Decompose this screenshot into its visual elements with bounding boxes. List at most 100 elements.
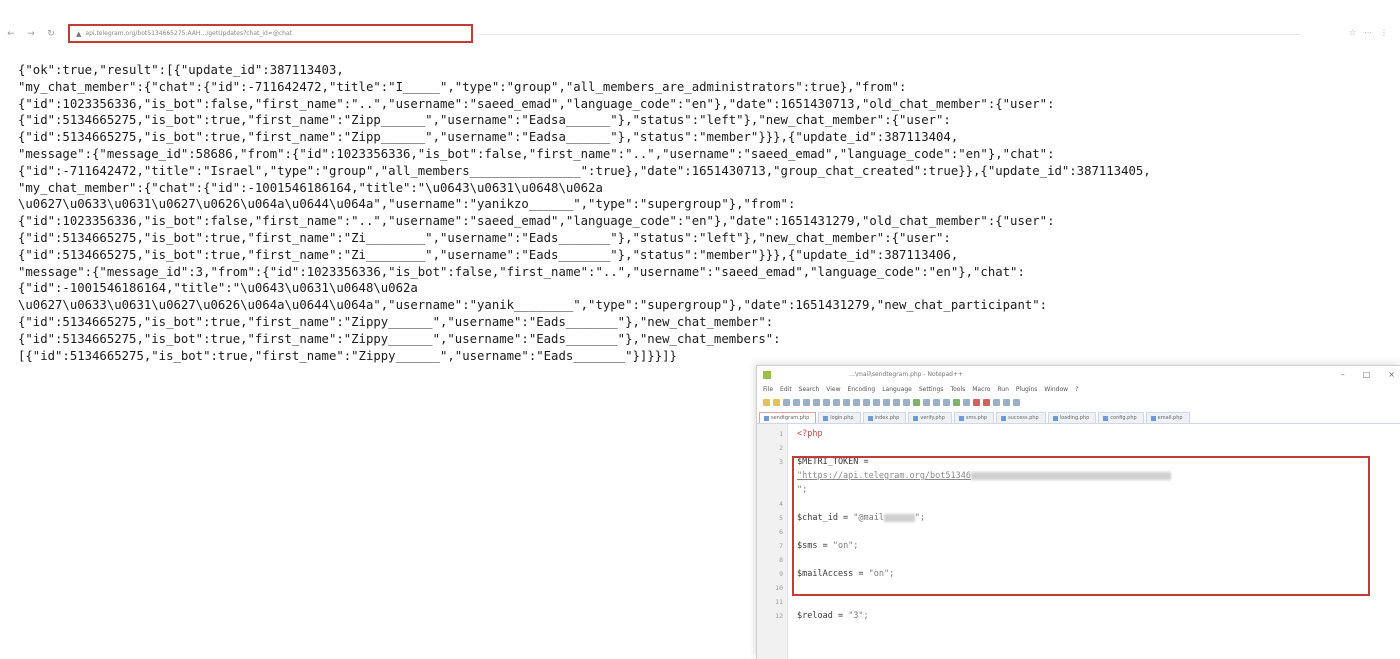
file-tab[interactable]: loading.php [1047, 412, 1097, 423]
file-tab[interactable]: sendtgram.php [759, 412, 817, 423]
json-line: {"id":-1001546186164,"title":"\u0643\u06… [18, 281, 418, 296]
play-macro-icon[interactable] [993, 398, 1000, 406]
menu-item[interactable]: Run [997, 386, 1009, 393]
open-file-icon[interactable] [773, 398, 780, 406]
menu-item[interactable]: ? [1075, 386, 1078, 393]
notepad-window: …\mail\sendtegram.php - Notepad++ – □ × … [756, 365, 1400, 659]
file-tab[interactable]: index.php [862, 412, 907, 423]
notepad-toolbar [757, 395, 1400, 409]
file-tab[interactable]: email.php [1145, 412, 1190, 423]
menu-item[interactable]: Macro [972, 386, 990, 393]
menu-item[interactable]: File [763, 386, 773, 393]
menu-item[interactable]: Window [1044, 386, 1068, 393]
close-file-icon[interactable] [803, 398, 810, 406]
json-line: {"id":1023356336,"is_bot":false,"first_n… [18, 96, 1055, 111]
file-icon [1001, 415, 1007, 421]
menu-item[interactable]: Language [882, 386, 912, 393]
function-list-icon[interactable] [963, 398, 970, 406]
json-line: {"id":5134665275,"is_bot":true,"first_na… [18, 130, 959, 145]
print-icon[interactable] [813, 398, 820, 406]
menu-item[interactable]: Edit [780, 386, 792, 393]
file-tab-label: sms.php [965, 415, 988, 421]
menu-item[interactable]: Encoding [848, 386, 876, 393]
more-tools-icon[interactable]: ⋯ [1364, 28, 1372, 37]
line-number: 5 [779, 514, 783, 522]
undo-icon[interactable] [853, 398, 860, 406]
file-tab[interactable]: sms.php [953, 412, 995, 423]
save-icon[interactable] [783, 398, 790, 406]
indent-guide-icon[interactable] [943, 398, 950, 406]
json-line: "message":{"message_id":3,"from":{"id":1… [18, 264, 1025, 279]
menu-item[interactable]: Tools [950, 386, 965, 393]
json-line: [{"id":5134665275,"is_bot":true,"first_n… [18, 348, 677, 363]
close-icon[interactable]: × [1388, 370, 1395, 379]
file-tab-label: login.php [830, 415, 854, 421]
doc-map-icon[interactable] [953, 398, 960, 406]
menu-item[interactable]: View [826, 386, 840, 393]
cut-icon[interactable] [823, 398, 830, 406]
copy-icon[interactable] [833, 398, 840, 406]
file-tab-label: config.php [1110, 415, 1137, 421]
code-token: $reload = [797, 611, 849, 621]
zoom-in-icon[interactable] [893, 398, 900, 406]
json-line: {"id":-711642472,"title":"Israel","type"… [18, 163, 1151, 178]
file-tab-label: sendtgram.php [771, 415, 810, 421]
run-macro-icon[interactable] [1003, 398, 1010, 406]
code-line: 1 <?php [757, 428, 1400, 440]
back-icon[interactable]: ← [6, 29, 16, 39]
address-bar[interactable]: ▲ api.telegram.org/bot5134665275:AAH…/ge… [68, 24, 473, 43]
code-token: "3"; [848, 611, 869, 621]
all-chars-icon[interactable] [933, 398, 940, 406]
notepad-title: …\mail\sendtegram.php - Notepad++ [849, 371, 964, 378]
line-number: 2 [779, 444, 783, 452]
sync-icon[interactable] [913, 398, 920, 406]
line-number: 7 [779, 542, 783, 550]
new-file-icon[interactable] [763, 398, 770, 406]
forward-icon[interactable]: → [26, 29, 36, 39]
stop-macro-icon[interactable] [983, 398, 990, 406]
url-text: api.telegram.org/bot5134665275:AAH…/getU… [85, 30, 293, 37]
menu-item[interactable]: Search [799, 386, 820, 393]
json-line: {"id":1023356336,"is_bot":false,"first_n… [18, 214, 1055, 229]
json-response: {"ok":true,"result":[{"update_id":387113… [18, 62, 1388, 364]
line-number: 3 [779, 458, 783, 466]
file-tab[interactable]: config.php [1098, 412, 1144, 423]
file-tab-label: email.php [1157, 415, 1183, 421]
menu-kebab-icon[interactable]: ⋮ [1380, 28, 1388, 37]
line-number: 1 [779, 430, 783, 438]
lock-icon: ▲ [76, 29, 82, 38]
notepad-menubar: File Edit Search View Encoding Language Settin… [757, 383, 1400, 395]
file-tab[interactable]: login.php [818, 412, 861, 423]
menu-item[interactable]: Plugins [1016, 386, 1038, 393]
file-tab[interactable]: success.php [996, 412, 1046, 423]
save-macro-icon[interactable] [1013, 398, 1020, 406]
json-line: \u0627\u0633\u0631\u0627\u0626\u064a\u06… [18, 298, 1048, 313]
json-line: "my_chat_member":{"chat":{"id":-71164247… [18, 79, 907, 94]
minimize-icon[interactable]: – [1341, 370, 1345, 379]
record-macro-icon[interactable] [973, 398, 980, 406]
reload-icon[interactable]: ↻ [46, 29, 56, 39]
menu-item[interactable]: Settings [919, 386, 944, 393]
find-icon[interactable] [873, 398, 880, 406]
code-text: <?php [797, 428, 823, 440]
redo-icon[interactable] [863, 398, 870, 406]
file-icon [1052, 415, 1058, 421]
file-tab-label: loading.php [1059, 415, 1090, 421]
paste-icon[interactable] [843, 398, 850, 406]
code-editor[interactable]: 1 <?php 2 3 $METRI_TOKEN = "https://api.teleg… [757, 424, 1400, 659]
save-all-icon[interactable] [793, 398, 800, 406]
wrap-icon[interactable] [923, 398, 930, 406]
line-number: 10 [775, 584, 783, 592]
json-line: \u0627\u0633\u0631\u0627\u0626\u064a\u06… [18, 197, 796, 212]
maximize-icon[interactable]: □ [1363, 370, 1371, 379]
file-icon [958, 415, 964, 421]
file-tab[interactable]: verify.php [908, 412, 952, 423]
file-icon [1150, 415, 1156, 421]
replace-icon[interactable] [883, 398, 890, 406]
line-number: 12 [775, 612, 783, 620]
bookmark-star-icon[interactable]: ☆ [1349, 28, 1356, 37]
json-line: {"id":5134665275,"is_bot":true,"first_na… [18, 247, 959, 262]
toolbar-divider [478, 34, 1300, 35]
json-line: {"id":5134665275,"is_bot":true,"first_na… [18, 113, 951, 128]
zoom-out-icon[interactable] [903, 398, 910, 406]
